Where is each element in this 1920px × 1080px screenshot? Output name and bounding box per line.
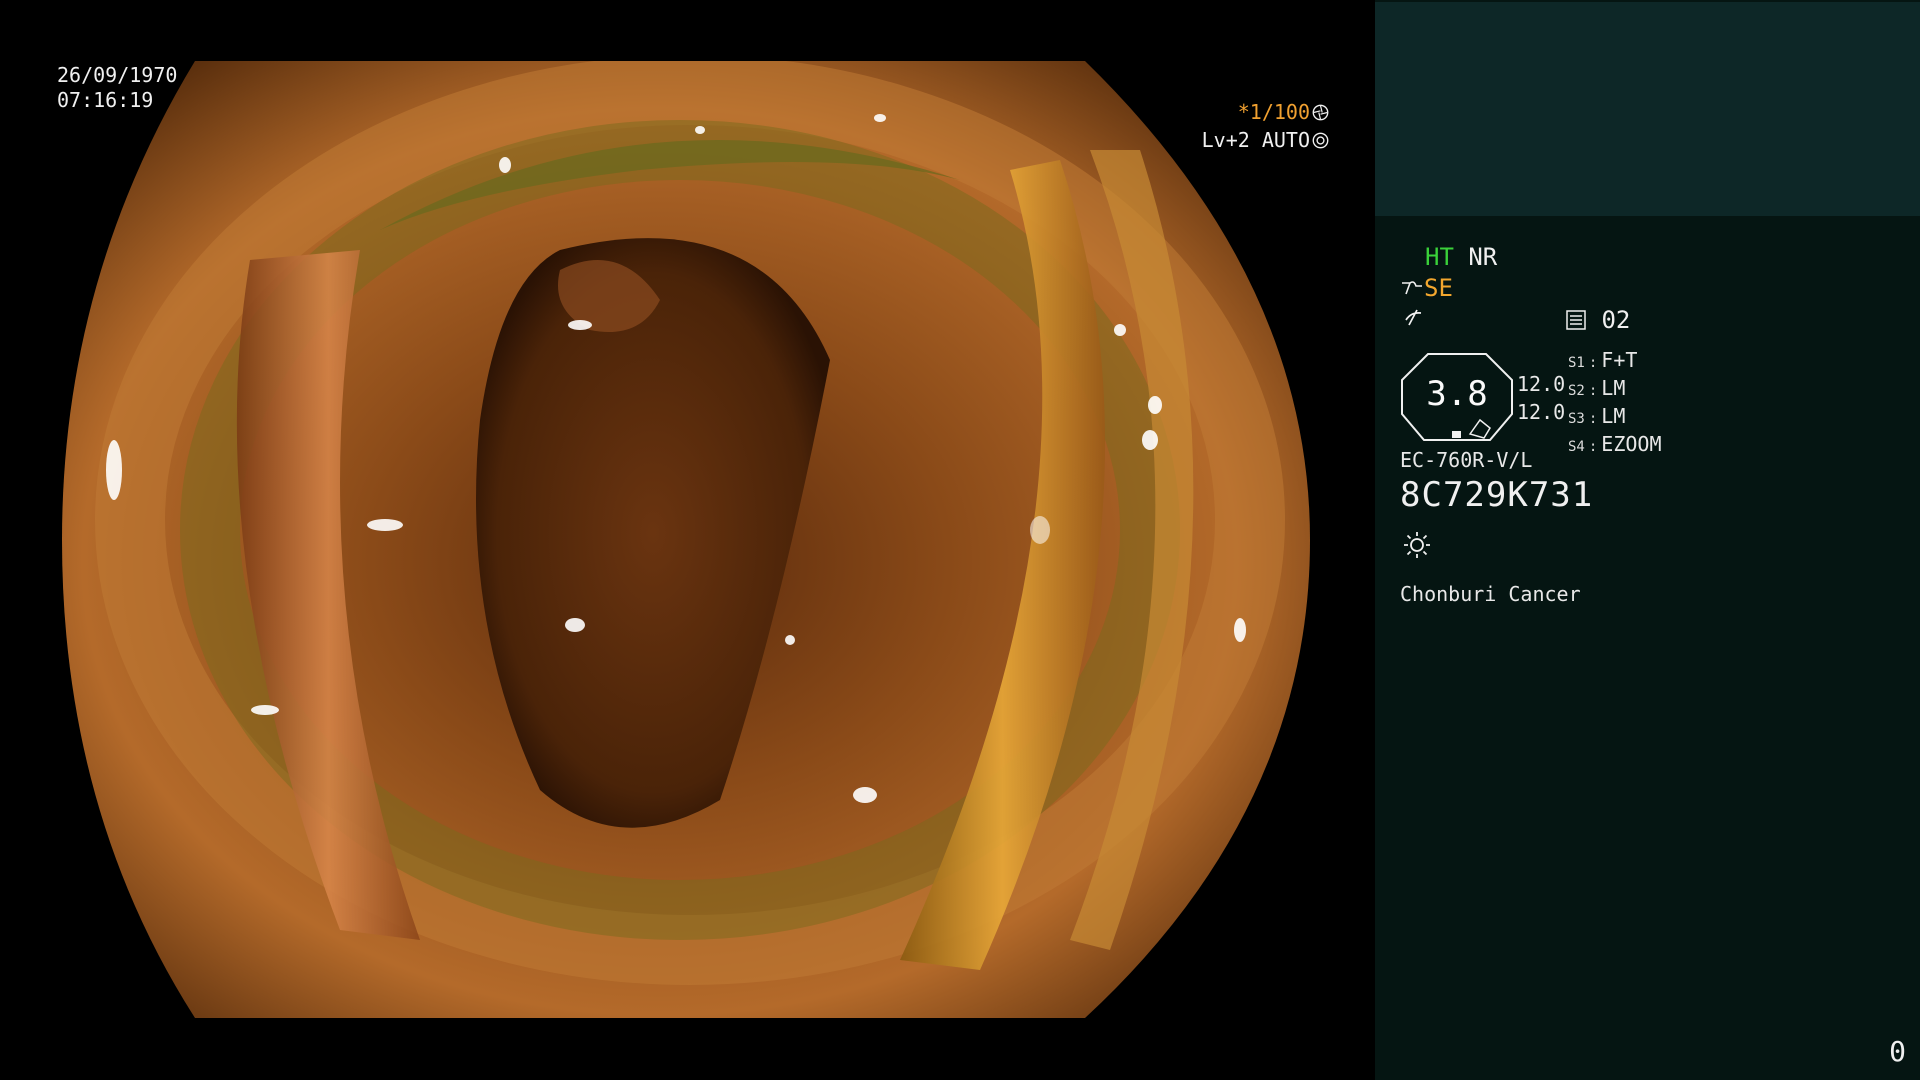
switch-row: S4: EZOOM (1568, 432, 1662, 456)
switch-row: S3: LM (1568, 404, 1626, 428)
memory-number: 02 (1601, 306, 1631, 334)
switch-assignments: S1: F+T S2: LM S3: LM S4: EZOOM (1568, 348, 1662, 460)
date-text: 26/09/1970 (57, 63, 178, 87)
page-number: 0 (1889, 1035, 1906, 1068)
shutter-speed-text: *1/100 (1237, 100, 1310, 124)
scope-serial: 8C729K731 (1400, 475, 1594, 515)
scope-signal-icon (1402, 281, 1422, 295)
nr-label: NR (1468, 243, 1498, 271)
brightness-mode-text: Lv+2 AUTO (1201, 128, 1310, 152)
value-bottom: 12.0 (1517, 400, 1566, 424)
light-source-icon (1404, 532, 1430, 558)
se-indicator: SE (1400, 274, 1453, 302)
time-text: 07:16:19 (57, 88, 154, 112)
enhance-icon (1405, 309, 1422, 326)
ht-label: HT (1425, 243, 1454, 271)
settings-values: 12.0 12.0 (1517, 370, 1565, 426)
zoom-value: 3.8 (1426, 374, 1488, 414)
memory-indicator: 02 (1565, 306, 1630, 334)
facility-name: Chonburi Cancer (1400, 582, 1581, 606)
auto-iris-icon (1312, 132, 1329, 149)
switch-row: S2: LM (1568, 376, 1626, 400)
endoscopic-image-area: 26/09/1970 07:16:19 *1/100 Lv+2 AUTO (0, 0, 1375, 1080)
exposure-readout: *1/100 Lv+2 AUTO (1202, 98, 1329, 154)
status-panel: HT NR SE 02 3.8 12.0 12.0 S1: F+T S2: LM S… (1375, 0, 1920, 1080)
scope-model: EC-760R-V/L (1400, 448, 1533, 472)
patient-info-area (1375, 2, 1920, 216)
endoscopic-image (62, 61, 1310, 1018)
ht-nr-indicator: HT NR (1425, 243, 1497, 271)
memory-card-icon (1566, 310, 1586, 330)
aperture-icon (1312, 104, 1329, 121)
value-top: 12.0 (1517, 372, 1566, 396)
switch-row: S1: F+T (1568, 348, 1638, 372)
se-label: SE (1424, 274, 1453, 302)
date-time-readout: 26/09/1970 07:16:19 (57, 63, 177, 113)
